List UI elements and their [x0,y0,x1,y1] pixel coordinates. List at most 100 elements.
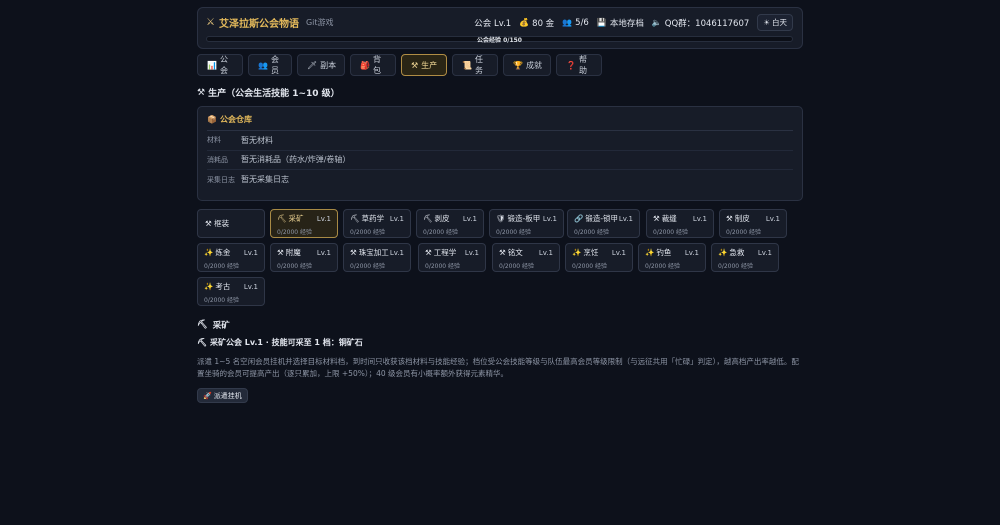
skill-level: Lv.1 [757,248,772,257]
tab-icon: ❓ [566,60,576,70]
gold-stat: 💰 80 金 [519,17,554,29]
skill-card[interactable]: ⚒ 珠宝加工 Lv.1 0/2000 经验 [343,243,411,272]
skill-name-wrap: ✨ 炼金 [204,247,230,258]
skill-card[interactable]: ⛏ 采矿 Lv.1 0/2000 经验 [270,209,338,238]
members-value: 5/6 [575,17,589,28]
tab-7[interactable]: ❓ 帮助 [556,54,602,76]
app-title: 艾泽拉斯公会物语 [218,19,299,30]
tab-label: 任务 [474,55,483,75]
skill-filter-button[interactable]: ⚒ 框装 [197,209,265,238]
skill-name-wrap: ✨ 烹饪 [572,247,598,258]
skill-card[interactable]: ✨ 考古 Lv.1 0/2000 经验 [197,277,265,306]
tab-0[interactable]: 📊 公会 [197,54,243,76]
skill-name: 炼金 [215,248,231,257]
skill-card[interactable]: ✨ 炼金 Lv.1 0/2000 经验 [197,243,265,272]
warehouse-row: 材料 暂无材料 [207,131,793,151]
day-night-toggle[interactable]: ☀ 白天 [757,14,793,31]
warehouse-key: 采集日志 [207,175,235,184]
skill-exp: 0/2000 经验 [204,263,240,270]
gold-bag-icon: 💰 [519,18,530,27]
skill-card-header: ⛏ 剥皮 Lv.1 [423,213,477,224]
skill-card[interactable]: ✨ 急救 Lv.1 0/2000 经验 [711,243,779,272]
storage-stat: 💾 本地存档 [597,17,644,29]
skill-card[interactable]: ⛏ 剥皮 Lv.1 0/2000 经验 [416,209,484,238]
tab-label: 帮助 [578,55,587,75]
mining-title: ⛏ 采矿 [197,319,803,331]
mining-subtitle: ⛏ 采矿公会 Lv.1 · 技能可采至 1 档：铜矿石 [197,337,803,348]
tab-icon: 🏆 [513,60,523,70]
skill-card-header: ⚒ 裁缝 Lv.1 [653,213,707,224]
skill-card-header: ⚒ 珠宝加工 Lv.1 [350,247,404,258]
skill-name: 珠宝加工 [358,248,389,257]
skill-card[interactable]: 🛡 锻造-板甲 Lv.1 0/2000 经验 [489,209,564,238]
main-tabs: 📊 公会 👥 会员 🗡 副本 🎒 背包 ⚒ 生产 📜 任务 🏆 成就 ❓ 帮助 [197,54,803,76]
save-icon: 💾 [596,18,607,27]
skill-exp: 0/2000 经验 [645,263,681,270]
skill-name: 制皮 [734,214,750,223]
tab-3[interactable]: 🎒 背包 [350,54,396,76]
skill-icon: ⚒ [653,214,660,223]
skill-exp: 0/2000 经验 [425,263,461,270]
hammer-pick-icon: ⚒ [197,87,206,98]
dispatch-button[interactable]: 🚀 派遣挂机 [197,388,248,403]
skill-card[interactable]: ⚒ 制皮 Lv.1 0/2000 经验 [719,209,787,238]
skill-card-header: 🛡 锻造-板甲 Lv.1 [496,213,557,224]
tab-label: 背包 [372,55,381,75]
day-label: 白天 [772,18,787,27]
skill-card-header: ✨ 炼金 Lv.1 [204,247,258,258]
skill-icon: 🔗 [574,214,584,223]
tab-1[interactable]: 👥 会员 [248,54,292,76]
skill-card[interactable]: ✨ 钓鱼 Lv.1 0/2000 经验 [638,243,706,272]
skill-name-wrap: ⛏ 采矿 [277,213,304,224]
skill-level: Lv.1 [389,214,404,223]
tab-2[interactable]: 🗡 副本 [297,54,345,76]
skill-exp: 0/2000 经验 [572,263,608,270]
skill-grid: ⚒ 框装 ⛏ 采矿 Lv.1 0/2000 经验 ⛏ 草药学 Lv.1 0/2000 经验 ⛏ 剥… [197,209,803,309]
skill-name-wrap: ⛏ 草药学 [350,213,384,224]
skill-card[interactable]: ⚒ 裁缝 Lv.1 0/2000 经验 [646,209,714,238]
skill-icon: ⛏ [423,214,433,223]
tab-6[interactable]: 🏆 成就 [503,54,551,76]
skill-name: 锻造-锁甲 [585,214,619,223]
dispatch-button-label: 派遣挂机 [213,391,242,400]
skill-card-header: ⚒ 附魔 Lv.1 [277,247,331,258]
warehouse-title: 📦 公会仓库 [207,114,793,125]
skill-name: 采矿 [288,214,304,223]
skill-name-wrap: ⚒ 工程学 [425,247,456,258]
tab-label: 生产 [421,60,438,70]
section-title: ⚒ 生产（公会生活技能 1~10 级） [197,86,803,100]
tab-4[interactable]: ⚒ 生产 [401,54,447,76]
skill-card[interactable]: ⚒ 附魔 Lv.1 0/2000 经验 [270,243,338,272]
skill-name: 附魔 [285,248,301,257]
skill-card[interactable]: ⛏ 草药学 Lv.1 0/2000 经验 [343,209,411,238]
skill-name-wrap: ✨ 急救 [718,247,744,258]
skill-card[interactable]: 🔗 锻造-锁甲 Lv.1 0/2000 经验 [567,209,640,238]
skill-icon: ⚒ [499,248,506,257]
skill-icon: ⛏ [277,214,287,223]
tab-5[interactable]: 📜 任务 [452,54,498,76]
guild-warehouse: 📦 公会仓库 材料 暂无材料 消耗品 暂无消耗品（药水/炸弹/卷轴） 采集日志 … [197,106,803,201]
speaker-icon: 🔈 [651,18,662,27]
skill-card[interactable]: ⚒ 工程学 Lv.1 0/2000 经验 [418,243,486,272]
skill-level: Lv.1 [316,248,331,257]
skill-level: Lv.1 [464,248,479,257]
skill-name-wrap: 🔗 锻造-锁甲 [574,213,618,224]
tab-label: 副本 [320,60,337,70]
tab-label: 公会 [219,55,228,75]
mining-description: 派遣 1~5 名空闲会员挂机并选择目标材料档，到时间只收获该档材料与技能经验；档… [197,357,799,378]
skill-exp: 0/2000 经验 [423,229,459,236]
guild-level: 公会 Lv.1 [474,18,512,29]
skill-icon: ✨ [645,248,655,257]
skill-icon: ✨ [718,248,728,257]
header-stats: 公会 Lv.1 💰 80 金 👥 5/6 💾 本地存档 🔈 QQ群：1046117607… [474,14,793,31]
tab-icon: 👥 [258,60,268,70]
tab-label: 成就 [525,60,542,70]
skill-name-wrap: ⛏ 剥皮 [423,213,450,224]
skill-level: Lv.1 [389,248,404,257]
skill-name: 铭文 [507,248,523,257]
skill-card[interactable]: ⚒ 铭文 Lv.1 0/2000 经验 [492,243,560,272]
members-stat: 👥 5/6 [562,18,589,28]
skill-icon: ⚒ [726,214,733,223]
pickaxe-icon: ⛏ [197,320,208,330]
skill-card[interactable]: ✨ 烹饪 Lv.1 0/2000 经验 [565,243,633,272]
